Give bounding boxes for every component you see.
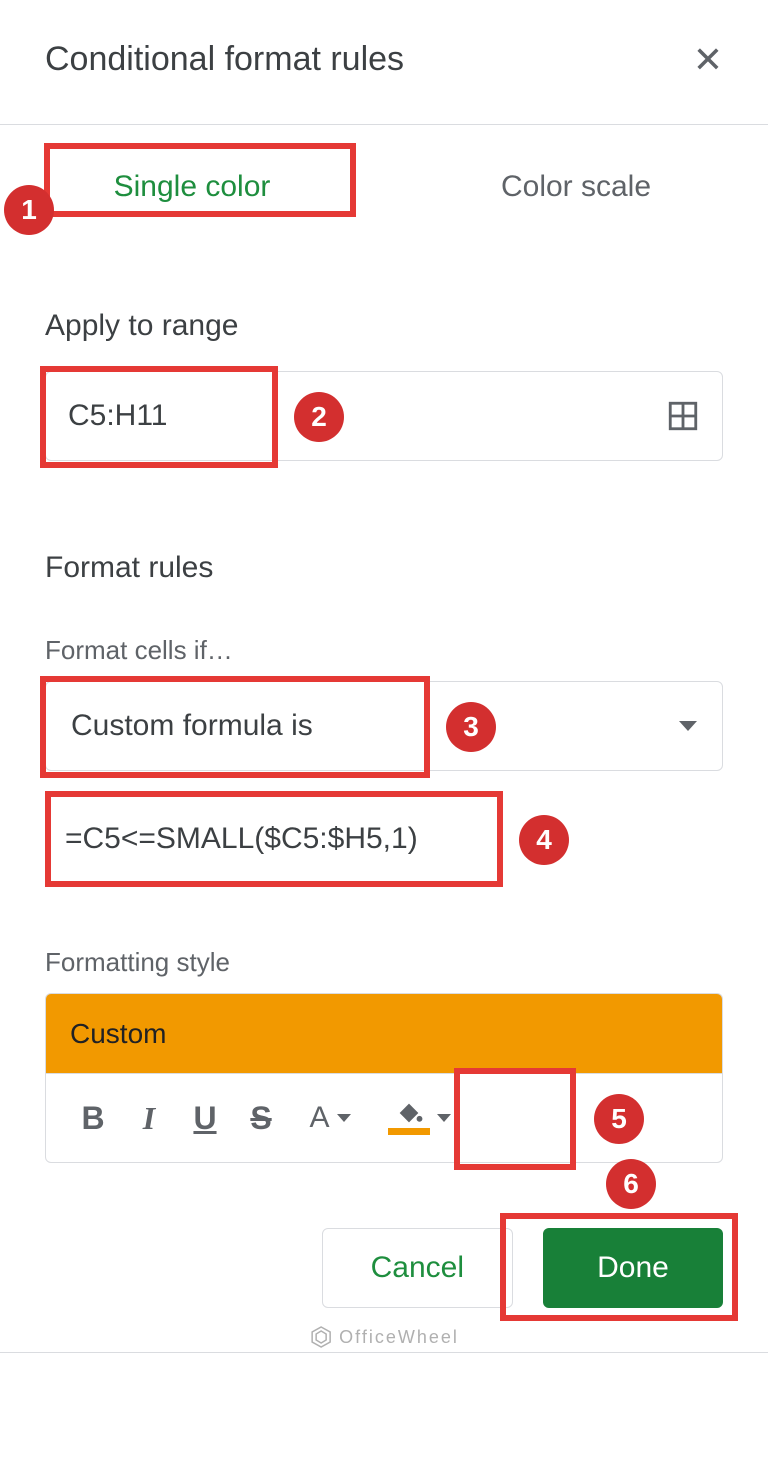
chevron-down-icon: [679, 721, 697, 731]
done-button[interactable]: Done: [543, 1228, 723, 1308]
condition-select[interactable]: Custom formula is 3: [45, 681, 723, 771]
formula-input[interactable]: =C5<=SMALL($C5:$H5,1): [65, 822, 418, 856]
annotation-box-4: =C5<=SMALL($C5:$H5,1): [45, 791, 503, 887]
divider-bottom: [0, 1352, 768, 1353]
range-value: C5:H11: [68, 399, 168, 433]
condition-value: Custom formula is: [71, 709, 313, 743]
format-rules-label: Format rules: [45, 551, 723, 585]
annotation-badge-5: 5: [594, 1094, 644, 1144]
strikethrough-button[interactable]: S: [234, 1091, 288, 1145]
annotation-badge-4: 4: [519, 815, 569, 865]
chevron-down-icon: [437, 1114, 451, 1122]
annotation-badge-3: 3: [446, 702, 496, 752]
range-input[interactable]: C5:H11 2: [45, 371, 723, 461]
annotation-badge-2: 2: [294, 392, 344, 442]
condition-label: Format cells if…: [45, 635, 723, 666]
logo-icon: [309, 1325, 333, 1349]
italic-button[interactable]: I: [122, 1091, 176, 1145]
fill-color-button[interactable]: [372, 1091, 466, 1145]
tab-color-scale[interactable]: Color scale: [384, 155, 768, 219]
tab-single-color[interactable]: Single color: [0, 155, 384, 219]
format-toolbar: B I U S A 5: [45, 1073, 723, 1163]
apply-range-label: Apply to range: [45, 309, 723, 343]
formatting-style-label: Formatting style: [45, 947, 723, 978]
text-color-button[interactable]: A: [290, 1091, 370, 1145]
panel-title: Conditional format rules: [45, 40, 404, 79]
grid-select-icon[interactable]: [666, 399, 700, 433]
conditional-format-panel: Conditional format rules ✕ Single color …: [0, 0, 768, 1353]
style-preview: Custom: [45, 993, 723, 1073]
cancel-button[interactable]: Cancel: [322, 1228, 513, 1308]
panel-header: Conditional format rules ✕: [0, 0, 768, 124]
annotation-box-5: [454, 1068, 576, 1170]
close-icon[interactable]: ✕: [693, 42, 723, 78]
paint-bucket-icon: [395, 1101, 423, 1125]
underline-button[interactable]: U: [178, 1091, 232, 1145]
bold-button[interactable]: B: [66, 1091, 120, 1145]
watermark: OfficeWheel: [309, 1325, 459, 1349]
tabs-row: Single color Color scale 1: [0, 125, 768, 249]
chevron-down-icon: [337, 1114, 351, 1122]
formula-input-wrapper: =C5<=SMALL($C5:$H5,1) 4: [45, 791, 723, 887]
annotation-badge-6: 6: [606, 1159, 656, 1209]
